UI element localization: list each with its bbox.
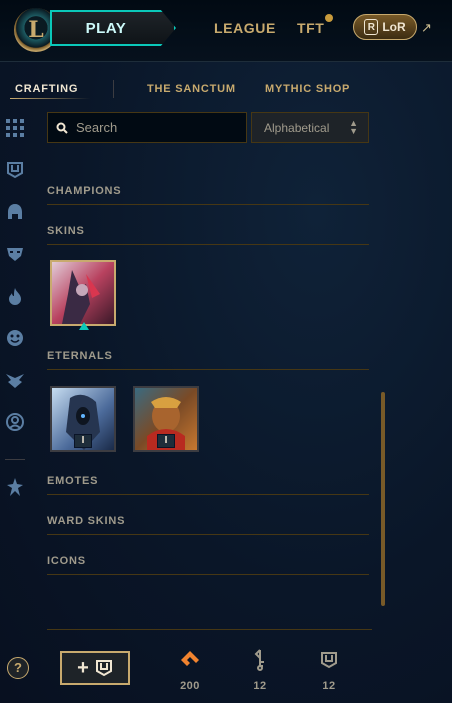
external-link-icon[interactable]: ↗ [421, 20, 432, 36]
eternal-tile[interactable]: I [50, 386, 116, 452]
section-emotes[interactable]: EMOTES [47, 475, 369, 495]
bottom-divider [47, 629, 372, 630]
search-input[interactable] [76, 120, 236, 135]
orange-essence-counter: 200 [170, 648, 210, 692]
lor-button[interactable]: R LoR [353, 14, 417, 40]
search-box[interactable] [47, 112, 247, 143]
tft-notification-dot [325, 14, 333, 22]
subnav-divider [113, 80, 114, 98]
add-chest-plus: + [77, 656, 89, 679]
lor-glyph-icon: R [364, 19, 379, 35]
mask-icon[interactable] [4, 243, 26, 265]
skin-tile[interactable] [50, 260, 116, 326]
mythic-icon[interactable] [4, 476, 26, 498]
active-tab-underline [10, 98, 90, 99]
scrollbar-thumb[interactable] [381, 392, 385, 606]
section-champions[interactable]: CHAMPIONS [47, 185, 369, 205]
chest-icon [309, 648, 349, 672]
help-button[interactable]: ? [7, 657, 29, 679]
search-icon [56, 122, 68, 134]
section-eternals[interactable]: ETERNALS [47, 350, 369, 370]
tab-crafting[interactable]: CRAFTING [15, 83, 78, 95]
emote-icon[interactable] [4, 327, 26, 349]
play-button[interactable]: PLAY [50, 10, 176, 46]
grid-icon[interactable] [4, 117, 26, 139]
orange-essence-icon [170, 648, 210, 672]
crafting-panel: L PLAY LEAGUE TFT R LoR ↗ CRAFTING THE S… [0, 0, 452, 703]
key-icon [240, 648, 280, 672]
flame-icon[interactable] [4, 285, 26, 307]
section-icons[interactable]: ICONS [47, 555, 369, 575]
eternal-series-badge: I [157, 434, 175, 448]
chest-icon [95, 660, 112, 677]
sort-caret-icon: ▲ ▼ [349, 118, 358, 136]
sort-value: Alphabetical [264, 120, 330, 135]
rail-divider [5, 459, 25, 460]
orange-essence-value: 200 [180, 680, 200, 692]
chest-value: 12 [322, 680, 336, 692]
logo-letter: L [28, 17, 44, 43]
chest-icon[interactable] [4, 159, 26, 181]
lor-label: LoR [382, 20, 406, 34]
eternal-tile[interactable]: I [133, 386, 199, 452]
section-skins[interactable]: SKINS [47, 225, 369, 245]
section-ward-skins[interactable]: WARD SKINS [47, 515, 369, 535]
tab-the-sanctum[interactable]: THE SANCTUM [147, 83, 236, 95]
key-value: 12 [253, 680, 267, 692]
add-chest-button[interactable]: + [60, 651, 130, 685]
tft-tab[interactable]: TFT [297, 20, 324, 36]
eternal-series-badge: I [74, 434, 92, 448]
tab-mythic-shop[interactable]: MYTHIC SHOP [265, 83, 350, 95]
key-counter: 12 [240, 648, 280, 692]
league-tab[interactable]: LEAGUE [214, 20, 276, 36]
skin-thumbnail [52, 262, 114, 324]
new-item-indicator-icon [79, 322, 89, 330]
chest-counter: 12 [309, 648, 349, 692]
ward-icon[interactable] [4, 369, 26, 391]
crafting-subnav: CRAFTING THE SANCTUM MYTHIC SHOP [0, 80, 452, 102]
profile-icon[interactable] [4, 411, 26, 433]
sort-dropdown[interactable]: Alphabetical ▲ ▼ [251, 112, 369, 143]
helmet-icon[interactable] [4, 201, 26, 223]
top-navigation-bar: L PLAY LEAGUE TFT R LoR ↗ [0, 0, 452, 62]
